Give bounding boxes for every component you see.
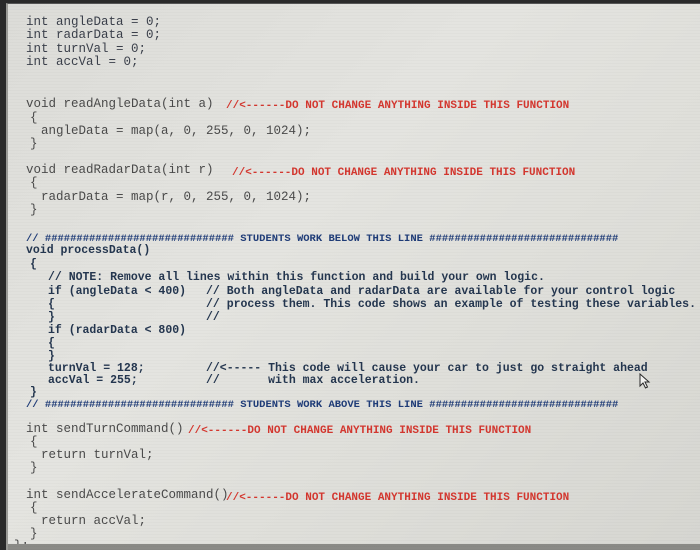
comment-process-them: // process them. This code shows an exam… [206, 298, 696, 311]
read-radar-open-brace: { [30, 176, 38, 190]
send-acc-close-brace: } [30, 527, 38, 541]
code-line-global-turn: int turnVal = 0; [26, 42, 147, 56]
read-radar-signature: void readRadarData(int r) [26, 163, 214, 177]
read-radar-close-brace: } [30, 203, 38, 217]
code-line-global-radar: int radarData = 0; [26, 28, 162, 42]
read-angle-body: angleData = map(a, 0, 255, 0, 1024); [41, 124, 312, 138]
send-turn-warning: //<------DO NOT CHANGE ANYTHING INSIDE T… [188, 425, 532, 437]
send-turn-close-brace: } [30, 461, 38, 475]
send-acc-signature: int sendAccelerateCommand() [26, 488, 229, 502]
read-angle-signature: void readAngleData(int a) [26, 97, 214, 111]
code-line-global-acc: int accVal = 0; [26, 55, 139, 69]
if-angle-condition: if (angleData < 400) [48, 285, 187, 298]
code-line-global-angle: int angleData = 0; [26, 15, 162, 29]
send-acc-warning: //<------DO NOT CHANGE ANYTHING INSIDE T… [226, 492, 570, 504]
accval-comment: // with max acceleration. [206, 374, 420, 387]
send-acc-body: return accVal; [41, 514, 147, 528]
process-data-signature: void processData() [26, 244, 151, 257]
process-note-comment: // NOTE: Remove all lines within this fu… [48, 271, 545, 284]
accval-assignment: accVal = 255; [48, 374, 138, 387]
mouse-pointer-icon [639, 373, 651, 389]
process-data-open-brace: { [30, 258, 37, 271]
if-angle-open-brace: { [48, 298, 55, 311]
if-radar-condition: if (radarData < 800) [48, 324, 187, 337]
send-turn-signature: int sendTurnCommand() [26, 422, 184, 436]
if-angle-close-brace: } [48, 311, 55, 324]
send-acc-open-brace: { [30, 501, 38, 515]
send-turn-body: return turnVal; [41, 448, 154, 462]
comment-both-data: // Both angleData and radarData are avai… [206, 285, 676, 298]
read-angle-warning: //<------DO NOT CHANGE ANYTHING INSIDE T… [226, 100, 570, 112]
read-radar-body: radarData = map(r, 0, 255, 0, 1024); [41, 190, 312, 204]
screen-bottom-bezel [8, 544, 700, 550]
send-turn-open-brace: { [30, 435, 38, 449]
read-angle-open-brace: { [30, 111, 38, 125]
read-angle-close-brace: } [30, 137, 38, 151]
students-above-banner: // ############################## STUDEN… [26, 399, 619, 411]
code-editor-screen: int angleData = 0; int radarData = 0; in… [6, 3, 700, 550]
read-radar-warning: //<------DO NOT CHANGE ANYTHING INSIDE T… [232, 167, 576, 179]
if-radar-open-brace: { [48, 337, 55, 350]
comment-empty: // [206, 311, 220, 324]
